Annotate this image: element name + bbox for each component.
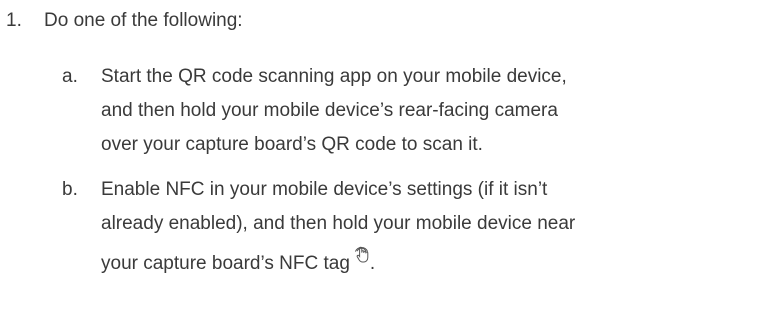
substep-line: and then hold your mobile device’s rear-… (101, 100, 558, 121)
substep-a: a. Start the QR code scanning app on you… (62, 60, 752, 162)
substep-last-line: your capture board’s NFC tag . (101, 241, 752, 281)
step-number: 1. (6, 10, 22, 31)
step-1-row: 1. Do one of the following: (6, 4, 746, 38)
substep-letter: b. (62, 179, 78, 200)
substep-body: Start the QR code scanning app on your m… (101, 60, 752, 162)
substep-b: b. Enable NFC in your mobile device’s se… (62, 173, 752, 281)
substep-line: already enabled), and then hold your mob… (101, 213, 576, 234)
substep-line: over your capture board’s QR code to sca… (101, 134, 483, 155)
step-1: 1. Do one of the following: (6, 4, 746, 38)
substep-letter: a. (62, 66, 78, 87)
substep-line: your capture board’s NFC tag (101, 253, 350, 274)
step-text: Do one of the following: (44, 10, 243, 31)
substep-line: Start the QR code scanning app on your m… (101, 66, 567, 87)
substep-body: Enable NFC in your mobile device’s setti… (101, 173, 752, 281)
substep-trailing-text: . (369, 253, 376, 274)
substep-line: Enable NFC in your mobile device’s setti… (101, 179, 548, 200)
nfc-tap-icon (354, 241, 370, 263)
